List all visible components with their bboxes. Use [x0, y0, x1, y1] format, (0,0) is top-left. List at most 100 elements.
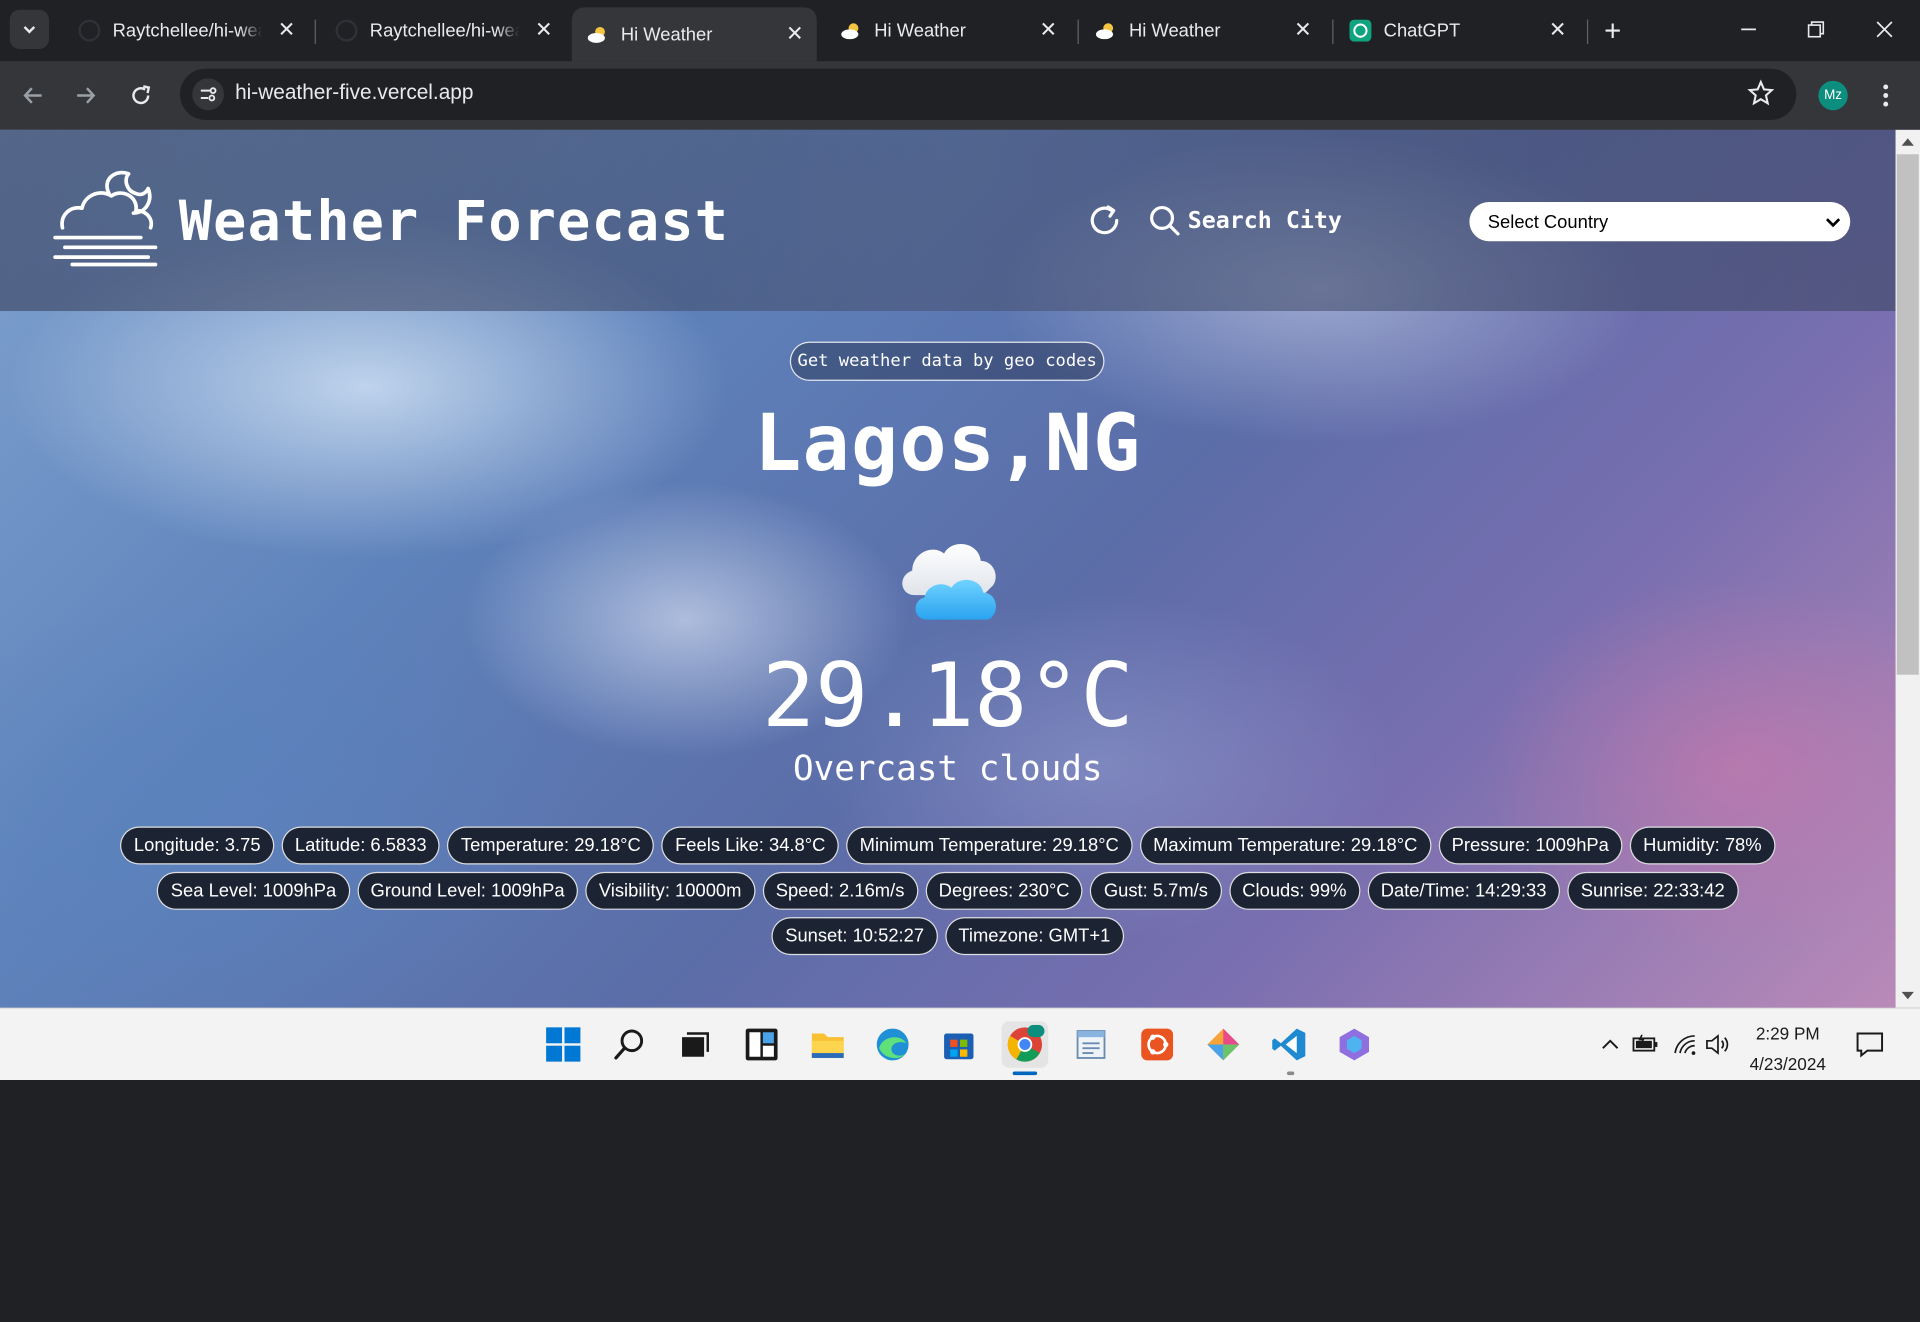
site-header: Weather Forecast Search City Select Coun… — [0, 129, 1896, 312]
edge-browser-icon — [876, 1028, 909, 1061]
site-info-icon[interactable] — [192, 78, 225, 111]
search-city-button[interactable]: Search City — [1149, 201, 1342, 240]
volume-icon[interactable] — [1703, 1031, 1732, 1058]
tab-1[interactable]: Raytchellee/hi-weather ✕ — [64, 7, 309, 54]
stat-gust: Gust: 5.7m/s — [1090, 871, 1222, 910]
back-button[interactable] — [13, 76, 52, 115]
tab-separator — [1586, 19, 1589, 45]
edge-button[interactable] — [869, 1021, 916, 1068]
stat-clouds: Clouds: 99% — [1228, 871, 1360, 910]
refresh-button[interactable] — [1085, 201, 1124, 240]
clock-time: 2:29 PM — [1755, 1023, 1820, 1044]
web-page: Weather Forecast Search City Select Coun… — [0, 129, 1896, 1008]
browser-menu-button[interactable] — [1871, 77, 1900, 114]
system-clock[interactable]: 2:29 PM 4/23/2024 — [1736, 1019, 1839, 1080]
stat-longitude: Longitude: 3.75 — [120, 826, 275, 865]
restore-icon — [1807, 21, 1825, 38]
vscode-button[interactable] — [1266, 1021, 1313, 1068]
tab-4[interactable]: Hi Weather ✕ — [825, 7, 1070, 54]
ubuntu-icon — [1141, 1028, 1174, 1061]
close-icon[interactable]: ✕ — [1036, 18, 1060, 42]
notepad-button[interactable] — [1068, 1021, 1115, 1068]
tab-title: Hi Weather — [874, 20, 966, 42]
search-icon — [1150, 205, 1180, 236]
battery-icon[interactable] — [1631, 1031, 1660, 1058]
restore-button[interactable] — [1788, 7, 1844, 51]
more-vertical-icon — [1883, 84, 1889, 107]
reload-button[interactable] — [121, 76, 160, 115]
close-icon[interactable]: ✕ — [782, 22, 806, 46]
microsoft-store-icon — [944, 1033, 974, 1060]
start-button[interactable] — [540, 1021, 587, 1068]
tray-overflow-icon[interactable] — [1596, 1031, 1625, 1058]
country-select[interactable]: Select Country — [1469, 202, 1851, 242]
geo-codes-button[interactable]: Get weather data by geo codes — [789, 341, 1105, 381]
bookmark-star-icon[interactable] — [1747, 79, 1775, 113]
stat-latitude: Latitude: 6.5833 — [281, 826, 441, 865]
weather-stats: Longitude: 3.75 Latitude: 6.5833 Tempera… — [73, 826, 1822, 956]
vscode-icon — [1272, 1028, 1306, 1061]
windows-taskbar: 2:29 PM 4/23/2024 — [0, 1007, 1920, 1081]
close-icon[interactable]: ✕ — [1291, 18, 1315, 42]
diamond-app-icon — [1207, 1028, 1240, 1061]
profile-avatar[interactable]: Mz — [1818, 80, 1848, 111]
tab-6[interactable]: ChatGPT ✕ — [1335, 7, 1580, 54]
refresh-icon — [1090, 205, 1119, 235]
stat-temperature: Temperature: 29.18°C — [447, 826, 655, 865]
windows-logo-icon — [546, 1027, 581, 1062]
file-explorer-button[interactable] — [804, 1021, 851, 1068]
scroll-down-arrow[interactable] — [1901, 991, 1914, 1000]
tab-5[interactable]: Hi Weather ✕ — [1080, 7, 1325, 54]
running-app-indicator — [1286, 1071, 1295, 1076]
url-text[interactable]: hi-weather-five.vercel.app — [235, 81, 473, 105]
scrollbar-thumb[interactable] — [1896, 154, 1919, 675]
stat-ground-level: Ground Level: 1009hPa — [357, 871, 579, 910]
copilot-button[interactable] — [1331, 1021, 1378, 1068]
clock-date: 4/23/2024 — [1749, 1054, 1826, 1074]
widgets-icon — [745, 1028, 778, 1061]
weather-description: Overcast clouds — [792, 748, 1103, 789]
close-icon[interactable]: ✕ — [531, 18, 555, 42]
ubuntu-button[interactable] — [1134, 1021, 1181, 1068]
tab-title: Hi Weather — [1128, 20, 1221, 42]
address-bar[interactable]: hi-weather-five.vercel.app — [180, 68, 1797, 121]
task-view-button[interactable] — [671, 1021, 718, 1068]
arrow-right-icon — [77, 87, 96, 104]
new-tab-button[interactable]: + — [1596, 15, 1630, 49]
widgets-button[interactable] — [738, 1021, 785, 1068]
app-button[interactable] — [1200, 1021, 1247, 1068]
stat-visibility: Visibility: 10000m — [585, 871, 755, 910]
tab-2[interactable]: Raytchellee/hi-weather ✕ — [321, 7, 566, 54]
tab-3-active[interactable]: Hi Weather ✕ — [571, 7, 817, 62]
browser-toolbar: hi-weather-five.vercel.app Mz — [0, 61, 1920, 130]
scroll-up-arrow[interactable] — [1901, 138, 1914, 146]
minimize-icon — [1741, 28, 1756, 31]
close-icon[interactable]: ✕ — [274, 18, 298, 42]
notepad-icon — [1076, 1030, 1106, 1059]
close-icon[interactable]: ✕ — [1545, 18, 1569, 42]
search-city-label: Search City — [1187, 206, 1342, 234]
reload-icon — [132, 85, 151, 105]
tab-strip: Raytchellee/hi-weather ✕ Raytchellee/hi-… — [0, 0, 1920, 62]
chevron-down-icon — [1826, 218, 1841, 228]
tab-search-button[interactable] — [9, 9, 49, 49]
store-button[interactable] — [936, 1021, 983, 1068]
page-scrollbar[interactable] — [1895, 129, 1920, 1008]
stat-sunrise: Sunrise: 22:33:42 — [1567, 871, 1739, 910]
chrome-button[interactable] — [1001, 1021, 1049, 1068]
notification-center-icon[interactable] — [1854, 1030, 1886, 1059]
close-window-button[interactable] — [1856, 7, 1912, 51]
stat-date-time: Date/Time: 14:29:33 — [1367, 871, 1560, 910]
wifi-icon[interactable] — [1670, 1031, 1699, 1058]
arrow-left-icon — [23, 87, 42, 104]
github-icon — [78, 19, 101, 42]
minimize-button[interactable] — [1720, 7, 1776, 51]
copilot-icon — [1339, 1028, 1369, 1061]
stat-pressure: Pressure: 1009hPa — [1438, 826, 1623, 865]
country-select-value: Select Country — [1487, 211, 1609, 233]
weather-favicon-icon — [841, 23, 859, 40]
taskbar-search-button[interactable] — [606, 1021, 653, 1068]
stat-timezone: Timezone: GMT+1 — [944, 917, 1124, 956]
stat-min-temperature: Minimum Temperature: 29.18°C — [846, 826, 1133, 865]
forward-button[interactable] — [66, 76, 105, 115]
